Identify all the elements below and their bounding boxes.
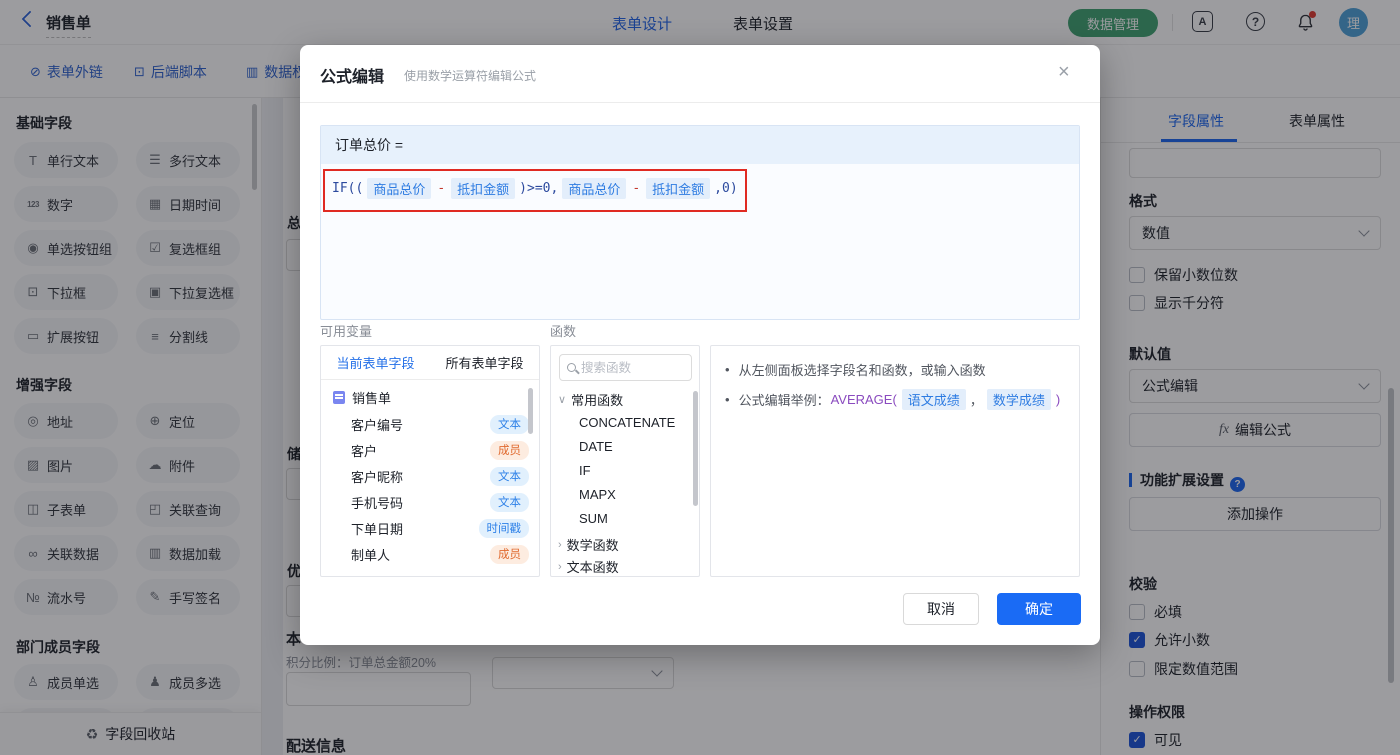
tab-all-form-fields[interactable]: 所有表单字段 [430, 346, 539, 379]
function-item-mapx[interactable]: MAPX [579, 487, 616, 502]
modal-title: 公式编辑 [320, 69, 385, 86]
help-panel: • 从左侧面板选择字段名和函数，或输入函数 • 公式编辑举例： AVERAGE(… [710, 345, 1080, 577]
type-badge: 成员 [490, 440, 529, 460]
tree-form-node[interactable]: 销售单 [333, 388, 391, 407]
example-function-close: ) [1055, 392, 1061, 407]
variables-tabs: 当前表单字段 所有表单字段 [321, 346, 539, 380]
formula-target-field: 订单总价 = [321, 126, 1079, 164]
example-function-name: AVERAGE( [830, 392, 897, 407]
variable-row[interactable]: 客户编号 文本 [351, 411, 529, 437]
variable-row[interactable]: 下单日期 时间戳 [351, 515, 529, 541]
chevron-expanded-icon: ∨ [558, 394, 567, 406]
modal-subtitle: 使用数学运算符编辑公式 [404, 69, 537, 83]
group-math-functions[interactable]: › 数学函数 [558, 535, 619, 554]
functions-scrollbar[interactable] [693, 391, 698, 506]
variable-row[interactable]: 制单人 成员 [351, 541, 529, 567]
function-item-sum[interactable]: SUM [579, 511, 608, 526]
search-input[interactable] [581, 360, 671, 375]
functions-panel: ∨ 常用函数 CONCATENATE DATE IF MAPX SUM › 数学… [550, 345, 700, 577]
type-badge: 文本 [490, 492, 529, 512]
tab-current-form-fields[interactable]: 当前表单字段 [321, 346, 430, 379]
example-field-chip: 数学成绩 [986, 389, 1051, 410]
function-item-if[interactable]: IF [579, 463, 591, 478]
annotation-red-box [323, 169, 747, 212]
type-badge: 成员 [490, 544, 529, 564]
search-icon [567, 363, 576, 372]
functions-label: 函数 [550, 324, 577, 339]
help-line-2: • 公式编辑举例： AVERAGE( 语文成绩 ， 数学成绩 ) [725, 389, 1061, 410]
type-badge: 文本 [490, 414, 529, 434]
type-badge: 文本 [490, 466, 529, 486]
formula-editor-area[interactable]: 订单总价 = [320, 125, 1080, 320]
variables-label: 可用变量 [320, 324, 373, 339]
variable-row[interactable]: 手机号码 文本 [351, 489, 529, 515]
chevron-collapsed-icon: › [558, 560, 562, 573]
example-field-chip: 语文成绩 [901, 389, 966, 410]
formula-editor-modal: 公式编辑 使用数学运算符编辑公式 × 订单总价 = IF(( 商品总价 - 抵扣… [300, 45, 1100, 645]
group-text-functions[interactable]: › 文本函数 [558, 557, 619, 576]
confirm-button[interactable]: 确定 [997, 593, 1081, 625]
divider [300, 102, 1100, 103]
type-badge: 时间戳 [478, 518, 529, 538]
function-item-concatenate[interactable]: CONCATENATE [579, 415, 675, 430]
form-doc-icon [333, 391, 345, 404]
chevron-collapsed-icon: › [558, 538, 562, 551]
group-common-functions[interactable]: ∨ 常用函数 [558, 390, 623, 409]
cancel-button[interactable]: 取消 [903, 593, 979, 625]
variable-row[interactable]: 客户昵称 文本 [351, 463, 529, 489]
help-line-1: • 从左侧面板选择字段名和函数，或输入函数 [725, 362, 986, 378]
variables-scrollbar[interactable] [528, 388, 533, 434]
function-search[interactable] [559, 354, 692, 381]
variable-row[interactable]: 客户 成员 [351, 437, 529, 463]
variables-panel: 当前表单字段 所有表单字段 销售单 客户编号 文本 客户 成员 客户昵称 文本 手机号… [320, 345, 540, 577]
close-icon[interactable]: × [1058, 61, 1070, 84]
function-item-date[interactable]: DATE [579, 439, 613, 454]
